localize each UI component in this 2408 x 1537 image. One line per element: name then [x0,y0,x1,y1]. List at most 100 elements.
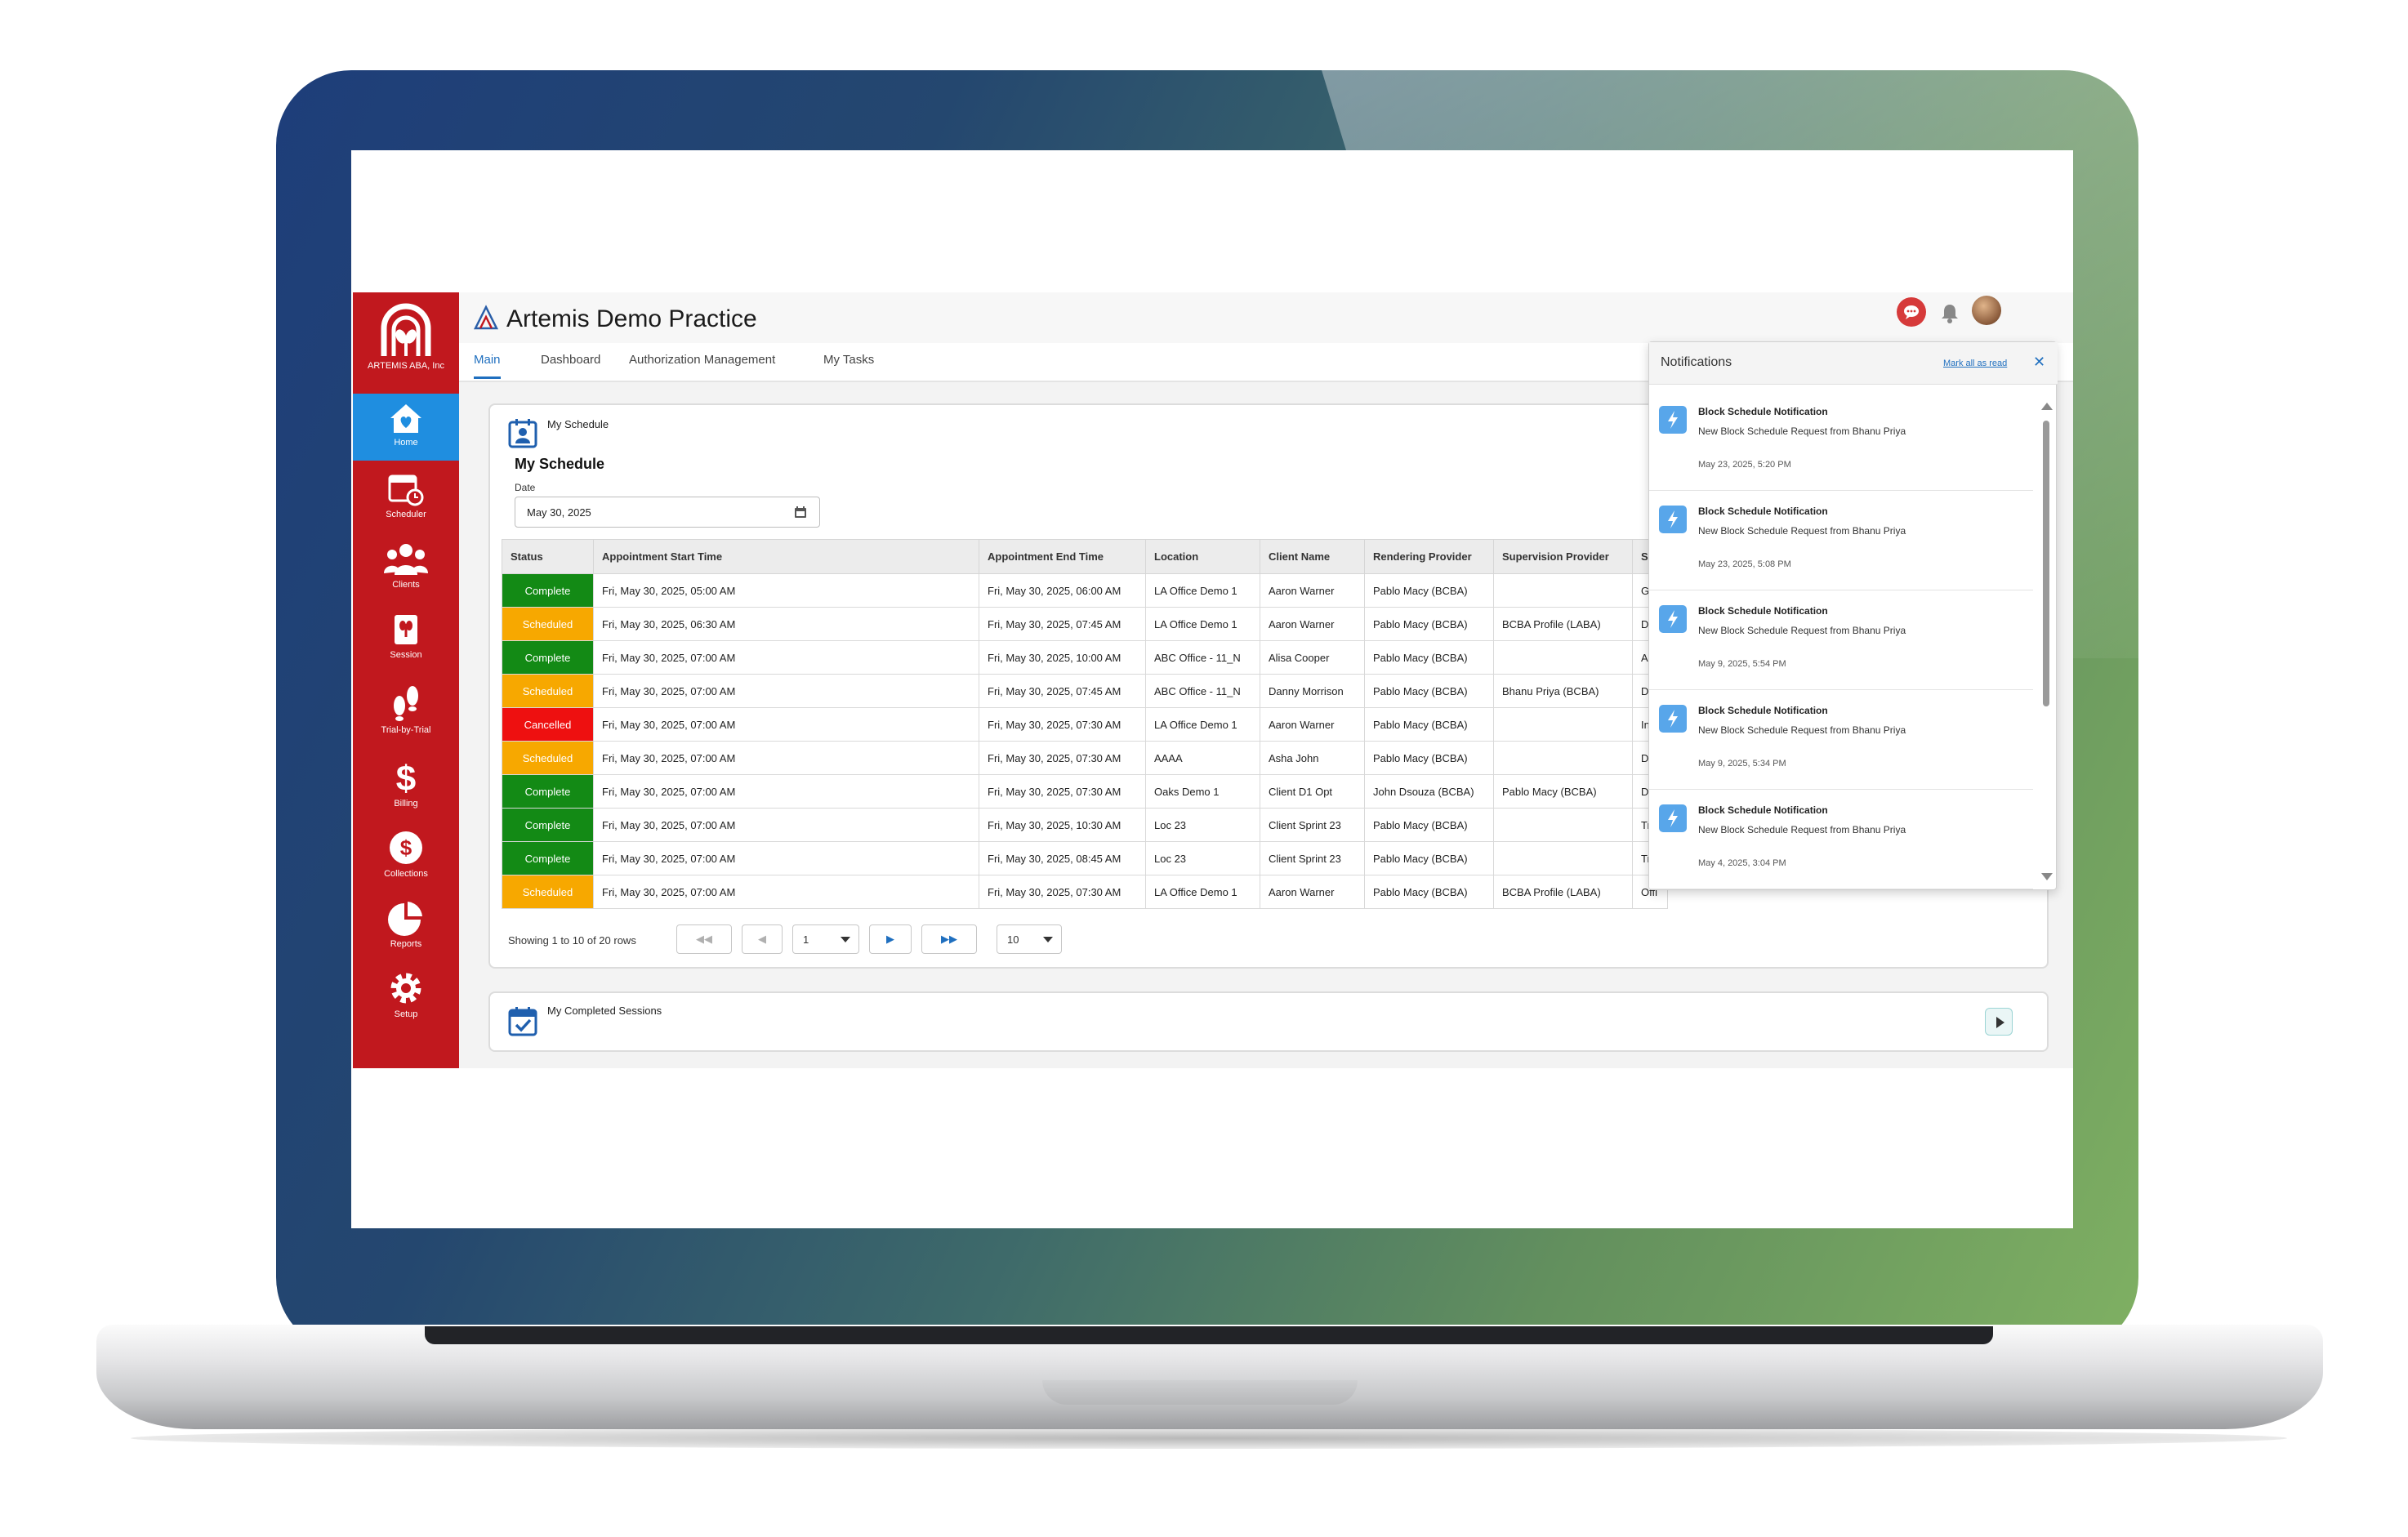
sidebar-item-scheduler[interactable]: Scheduler [353,464,459,531]
tab-dashboard[interactable]: Dashboard [541,353,600,376]
bell-icon[interactable] [1938,301,1962,325]
page-size-select[interactable]: 10 [997,924,1062,954]
table-row[interactable]: Cancelled Fri, May 30, 2025, 07:00 AM Fri,… [502,707,1668,742]
sidebar-item-label: Clients [392,580,420,590]
location-cell: Loc 23 [1145,808,1260,842]
collections-icon: $ [390,831,422,864]
artemis-logo-icon [381,303,431,356]
sidebar-item-home[interactable]: Home [353,394,459,461]
client-name-cell: Alisa Cooper [1260,640,1365,675]
notification-item[interactable]: Block Schedule Notification New Block Sch… [1649,690,2033,790]
notification-date: May 4, 2025, 3:04 PM [1698,858,1786,868]
mark-all-read-link[interactable]: Mark all as read [1943,359,2007,368]
end-time-cell: Fri, May 30, 2025, 07:30 AM [979,741,1146,775]
notification-item[interactable]: Block Schedule Notification New Block Sch… [1649,491,2033,590]
table-row[interactable]: Complete Fri, May 30, 2025, 05:00 AM Fri, … [502,573,1668,608]
sidebar-item-clients[interactable]: Clients [353,534,459,601]
svg-text:$: $ [400,835,412,860]
table-row[interactable]: Scheduled Fri, May 30, 2025, 07:00 AM Fri,… [502,875,1668,909]
notification-item[interactable]: Block Schedule Notification New Block Sch… [1649,590,2033,690]
status-badge: Complete [502,640,594,675]
sidebar-item-label: Setup [394,1009,418,1019]
tab-my-tasks[interactable]: My Tasks [823,353,874,376]
first-page-button[interactable]: ◀◀ [676,924,732,954]
scroll-down-icon[interactable] [2041,873,2053,880]
calendar-clock-icon [388,474,424,506]
table-row[interactable]: Complete Fri, May 30, 2025, 07:00 AM Fri, … [502,774,1668,809]
col-rendering-provider[interactable]: Rendering Provider [1364,539,1494,574]
end-time-cell: Fri, May 30, 2025, 08:45 AM [979,841,1146,875]
start-time-cell: Fri, May 30, 2025, 05:00 AM [593,573,979,608]
start-time-cell: Fri, May 30, 2025, 07:00 AM [593,741,979,775]
col-supervision-provider[interactable]: Supervision Provider [1493,539,1633,574]
supervision-provider-cell [1493,640,1633,675]
supervision-provider-cell: Bhanu Priya (BCBA) [1493,674,1633,708]
client-name-cell: Asha John [1260,741,1365,775]
table-row[interactable]: Complete Fri, May 30, 2025, 07:00 AM Fri, … [502,841,1668,875]
location-cell: LA Office Demo 1 [1145,607,1260,641]
notifications-scrollbar[interactable] [2040,391,2053,884]
sidebar-item-trial-by-trial[interactable]: Trial-by-Trial [353,675,459,750]
table-row[interactable]: Complete Fri, May 30, 2025, 07:00 AM Fri, … [502,640,1668,675]
scrollbar-thumb[interactable] [2043,421,2049,706]
table-row[interactable]: Complete Fri, May 30, 2025, 07:00 AM Fri, … [502,808,1668,842]
rendering-provider-cell: John Dsouza (BCBA) [1364,774,1494,809]
sidebar-item-label: Home [394,438,418,448]
page-select[interactable]: 1 [792,924,859,954]
notification-title: Block Schedule Notification [1698,804,1828,816]
notification-date: May 23, 2025, 5:20 PM [1698,460,1791,470]
status-badge: Complete [502,573,594,608]
table-row[interactable]: Scheduled Fri, May 30, 2025, 06:30 AM Fri,… [502,607,1668,641]
org-logo[interactable]: ARTEMIS ABA, Inc [353,297,459,387]
tab-main[interactable]: Main [474,353,501,379]
col-status[interactable]: Status [502,539,594,574]
tab-authorization-management[interactable]: Authorization Management [629,353,775,376]
svg-text:$: $ [396,760,416,795]
col-client-name[interactable]: Client Name [1260,539,1365,574]
notification-item[interactable]: Block Schedule Notification New Block Sch… [1649,391,2033,491]
notification-date: May 23, 2025, 5:08 PM [1698,559,1791,569]
lightning-icon [1659,705,1687,733]
page-size-value: 10 [1007,933,1019,946]
supervision-provider-cell: BCBA Profile (LABA) [1493,875,1633,909]
app-window: ARTEMIS ABA, Inc Home Scheduler Clients … [353,292,2073,1068]
next-page-button[interactable]: ▶ [869,924,912,954]
chat-icon[interactable] [1897,297,1926,327]
expand-button[interactable] [1985,1008,2013,1036]
user-avatar[interactable] [1972,296,2001,325]
calendar-icon[interactable] [794,506,807,519]
prev-page-button[interactable]: ◀ [742,924,783,954]
end-time-cell: Fri, May 30, 2025, 07:30 AM [979,707,1146,742]
supervision-provider-cell [1493,707,1633,742]
date-field[interactable] [515,497,820,528]
notification-item[interactable]: Block Schedule Notification New Block Sch… [1649,790,2033,889]
sidebar-item-session[interactable]: Session [353,604,459,671]
supervision-provider-cell [1493,573,1633,608]
page-select-value: 1 [803,933,809,946]
sidebar-item-reports[interactable]: Reports [353,892,459,959]
start-time-cell: Fri, May 30, 2025, 07:00 AM [593,707,979,742]
col-start-time[interactable]: Appointment Start Time [593,539,979,574]
scroll-up-icon[interactable] [2041,403,2053,410]
start-time-cell: Fri, May 30, 2025, 07:00 AM [593,841,979,875]
end-time-cell: Fri, May 30, 2025, 07:45 AM [979,607,1146,641]
client-name-cell: Aaron Warner [1260,707,1365,742]
sidebar-item-setup[interactable]: Setup [353,962,459,1029]
col-end-time[interactable]: Appointment End Time [979,539,1146,574]
client-name-cell: Client Sprint 23 [1260,808,1365,842]
table-row[interactable]: Scheduled Fri, May 30, 2025, 07:00 AM Fri,… [502,741,1668,775]
status-badge: Complete [502,774,594,809]
col-location[interactable]: Location [1145,539,1260,574]
supervision-provider-cell [1493,808,1633,842]
lightning-icon [1659,804,1687,832]
sidebar-item-collections[interactable]: $ Collections [353,822,459,889]
sidebar-item-label: Reports [390,939,422,949]
notification-title: Block Schedule Notification [1698,506,1828,517]
location-cell: AAAA [1145,741,1260,775]
last-page-button[interactable]: ▶▶ [921,924,977,954]
schedule-table-body: Complete Fri, May 30, 2025, 05:00 AM Fri, … [502,573,1668,909]
sidebar-item-billing[interactable]: $ Billing [353,751,459,818]
close-icon[interactable]: ✕ [2033,354,2045,371]
location-cell: Oaks Demo 1 [1145,774,1260,809]
table-row[interactable]: Scheduled Fri, May 30, 2025, 07:00 AM Fri,… [502,674,1668,708]
